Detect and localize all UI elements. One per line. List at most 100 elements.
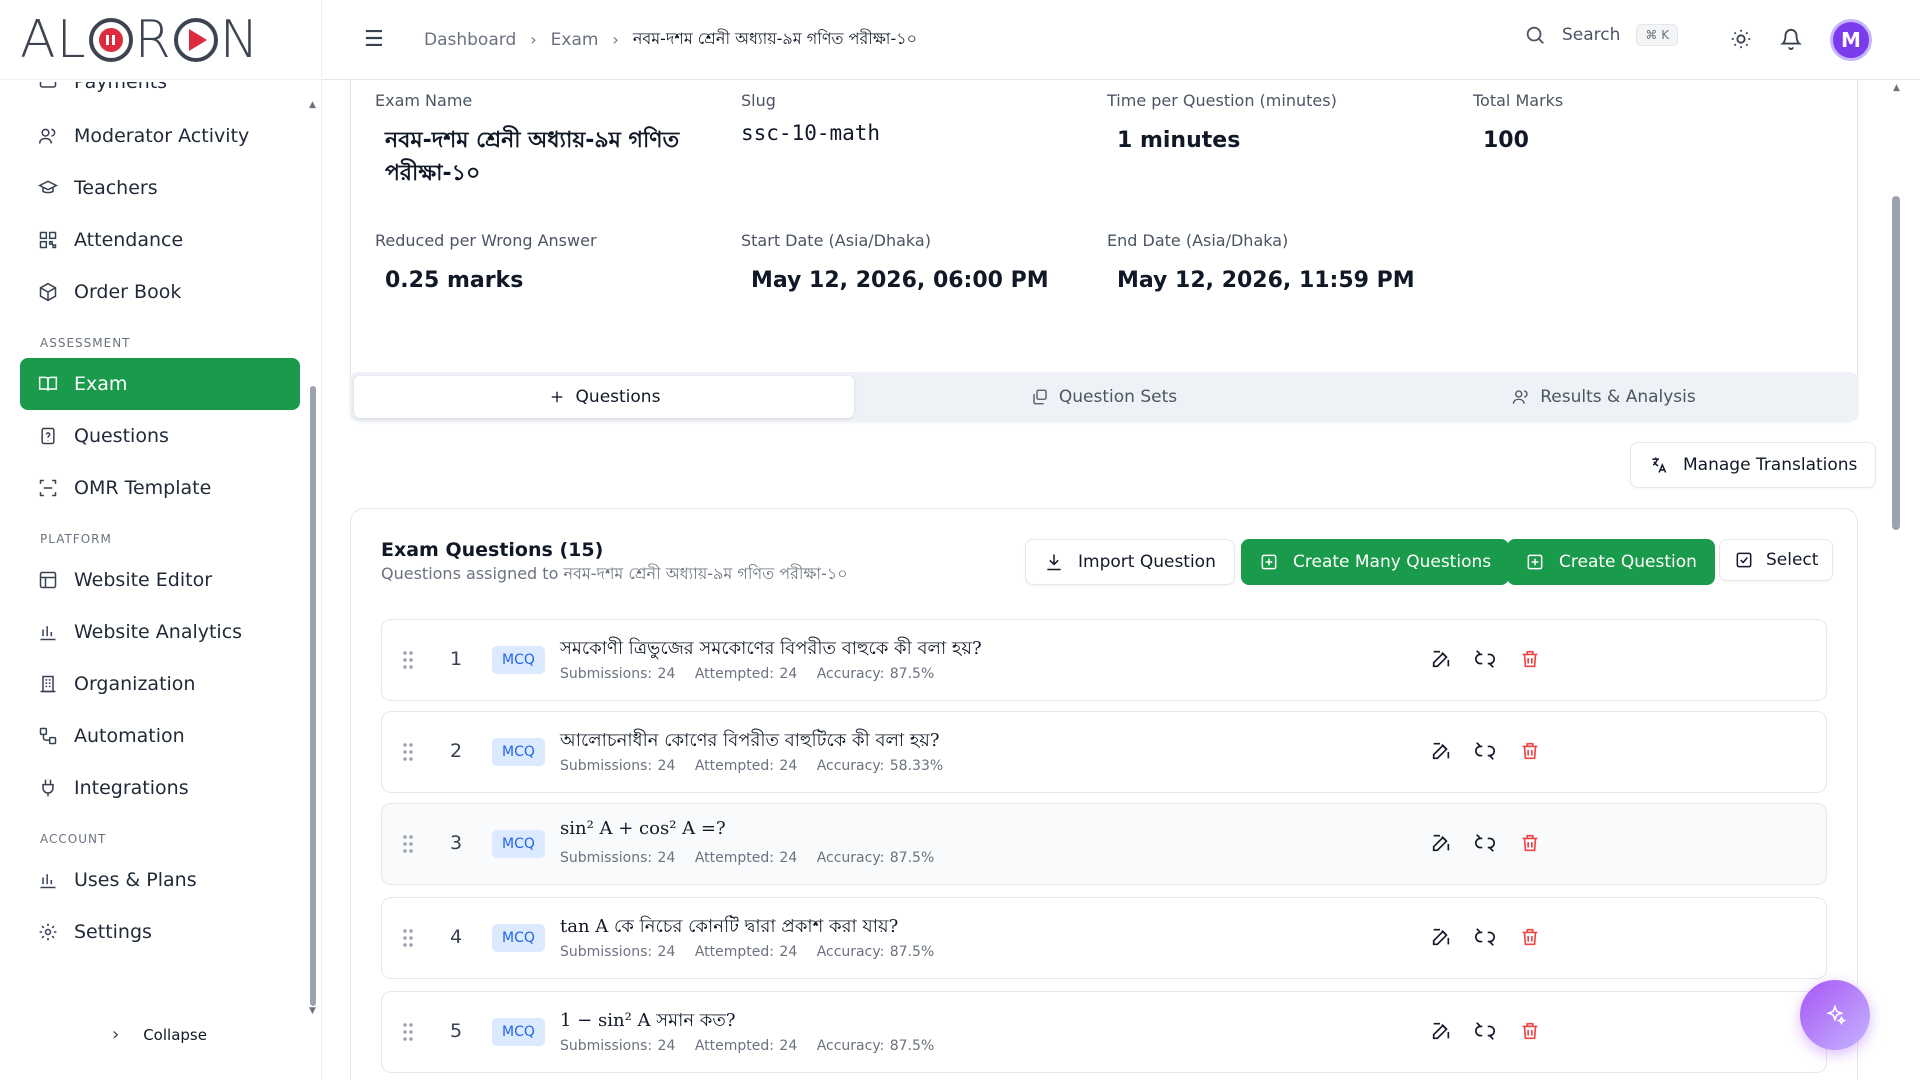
scroll-down-arrow[interactable]: ▼ [309,1006,316,1016]
avatar[interactable]: M [1830,19,1872,61]
sidebar-item-moderator-activity[interactable]: Moderator Activity [20,110,300,162]
users-icon [1513,390,1528,404]
select-button[interactable]: Select [1719,539,1834,581]
main-scrollbar[interactable] [1892,196,1900,530]
edit-button[interactable] [1430,1020,1452,1042]
unlink-button[interactable] [1474,926,1496,948]
trash-icon [1522,1022,1538,1040]
sidebar-item-website-editor[interactable]: Website Editor [20,554,300,606]
grip-vertical-icon[interactable] [402,1022,414,1042]
sidebar-item-uses-plans[interactable]: Uses & Plans [20,854,300,906]
sidebar-item-questions[interactable]: Questions [20,410,300,462]
sidebar-item-label: Organization [74,673,196,695]
tab-results-analysis[interactable]: Results & Analysis [1354,376,1854,418]
unlink-button[interactable] [1474,832,1496,854]
logo[interactable]: ALRN [0,0,321,80]
scroll-up-arrow[interactable]: ▲ [1893,83,1900,93]
trash-icon [1522,834,1538,852]
create-question-button[interactable]: Create Question [1507,539,1715,585]
create-many-questions-button[interactable]: Create Many Questions [1241,539,1510,585]
sidebar-item-teachers[interactable]: Teachers [20,162,300,214]
submissions-count: Submissions: 24 [560,758,676,774]
edit-button[interactable] [1430,740,1452,762]
delete-button[interactable] [1519,740,1541,762]
manage-translations-button[interactable]: Manage Translations [1630,442,1877,488]
delete-button[interactable] [1519,648,1541,670]
sidebar-item-settings[interactable]: Settings [20,906,300,958]
slug-label: Slug [741,91,776,110]
collapse-button[interactable]: › Collapse [112,1024,207,1045]
tab-question-sets[interactable]: Question Sets [854,376,1354,418]
unlink-icon [1475,928,1495,946]
building-icon [40,675,56,693]
submissions-count: Submissions: 24 [560,850,676,866]
reduced-marks-label: Reduced per Wrong Answer [375,231,597,250]
pause-logo-mark [88,17,133,62]
question-row[interactable]: 5 MCQ 1 − sin² A সমান কত? Submissions: 2… [381,991,1827,1073]
scan-icon [39,479,57,497]
breadcrumb-dashboard[interactable]: Dashboard [424,30,516,50]
sidebar-item-integrations[interactable]: Integrations [20,762,300,814]
grip-vertical-icon[interactable] [402,928,414,948]
play-logo-mark [173,17,218,62]
ai-assistant-button[interactable] [1800,980,1870,1050]
sidebar-item-payments[interactable]: Payments [20,82,167,108]
edit-icon [1432,742,1450,760]
question-row[interactable]: 1 MCQ সমকোণী ত্রিভুজের সমকোণের বিপরীত বা… [381,619,1827,701]
main-content: Exam Name নবম-দশম শ্রেনী অধ্যায়-৯ম গণিত… [322,80,1898,1080]
unlink-button[interactable] [1474,740,1496,762]
unlink-button[interactable] [1474,1020,1496,1042]
menu-icon[interactable]: ☰ [364,27,388,52]
users-icon [38,128,56,144]
question-row[interactable]: 4 MCQ tan A কে নিচের কোনটি দ্বারা প্রকাশ… [381,897,1827,979]
bell-icon [1779,29,1803,50]
slug-field: Slug ssc-10-math [741,91,880,150]
sidebar-item-automation[interactable]: Automation [20,710,300,762]
unlink-icon [1475,1022,1495,1040]
trash-icon [1522,928,1538,946]
grip-vertical-icon[interactable] [402,742,414,762]
delete-button[interactable] [1519,832,1541,854]
time-per-question-value: 1 minutes [1117,128,1241,153]
graduation-cap-icon [38,180,58,194]
reduced-marks-value: 0.25 marks [385,268,524,293]
exam-name-label: Exam Name [375,91,473,110]
edit-button[interactable] [1430,648,1452,670]
submissions-count: Submissions: 24 [560,1038,676,1054]
breadcrumb-exam[interactable]: Exam [551,30,599,50]
delete-button[interactable] [1519,1020,1541,1042]
exam-tabs: Questions Question Sets Results & Analys… [350,372,1858,422]
scroll-up-arrow[interactable]: ▲ [309,100,316,110]
exam-name-value: নবম-দশম শ্রেনী অধ্যায়-৯ম গণিত পরীক্ষা-১… [385,128,680,186]
sidebar-item-organization[interactable]: Organization [20,658,300,710]
question-row[interactable]: 3 MCQ sin² A + cos² A =? Submissions: 24… [381,803,1827,885]
grip-vertical-icon[interactable] [402,650,414,670]
grip-vertical-icon[interactable] [402,834,414,854]
sidebar-item-attendance[interactable]: Attendance [20,214,300,266]
notifications-button[interactable] [1779,28,1804,52]
question-row[interactable]: 2 MCQ আলোচনাধীন কোণের বিপরীত বাহুটিকে কী… [381,711,1827,793]
edit-button[interactable] [1430,832,1452,854]
tab-questions-label: Questions [575,387,661,407]
edit-button[interactable] [1430,926,1452,948]
theme-toggle[interactable] [1730,28,1754,52]
tab-questions[interactable]: Questions [354,376,854,418]
search-button[interactable]: Search ⌘ K [1524,24,1679,46]
qr-code-icon [39,231,57,249]
import-question-button[interactable]: Import Question [1025,539,1235,585]
sidebar-scrollbar[interactable] [310,386,316,1006]
unlink-icon [1475,650,1495,668]
attempted-count: Attempted: 24 [694,758,798,774]
total-marks-field: Total Marks 100 [1473,91,1563,157]
question-type-badge: MCQ [492,646,545,674]
sidebar-item-website-analytics[interactable]: Website Analytics [20,606,300,658]
trash-icon [1522,742,1538,760]
delete-button[interactable] [1519,926,1541,948]
sidebar-item-exam[interactable]: Exam [20,358,300,410]
unlink-button[interactable] [1474,648,1496,670]
chevron-right-icon: › [112,1024,120,1045]
sidebar-item-omr-template[interactable]: OMR Template [20,462,300,514]
exam-info-card: Exam Name নবম-দশম শ্রেনী অধ্যায়-৯ম গণিত… [350,80,1858,422]
sidebar-item-order-book[interactable]: Order Book [20,266,300,318]
square-check-icon [1736,552,1752,568]
